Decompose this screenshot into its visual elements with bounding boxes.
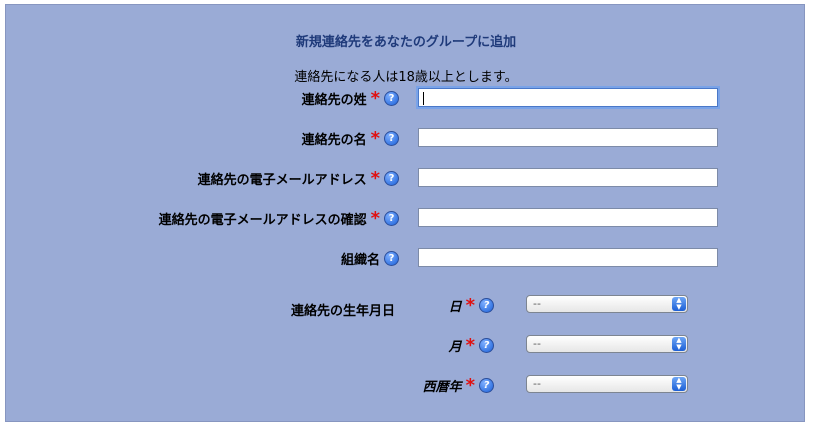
- help-icon[interactable]: ?: [479, 338, 494, 353]
- dob-year-label-group: 西暦年 * ?: [423, 376, 494, 395]
- dob-day-select[interactable]: -- ▲ ▼: [526, 295, 688, 313]
- dob-month-row: 月 * ? -- ▲ ▼: [6, 335, 806, 355]
- email-confirm-label-group: 連絡先の電子メールアドレスの確認 * ?: [159, 209, 399, 228]
- last-name-row: 連絡先の姓 * ?: [6, 88, 806, 108]
- form-title: 新規連絡先をあなたのグループに追加: [295, 35, 517, 50]
- first-name-label-group: 連絡先の名 * ?: [302, 129, 399, 148]
- email-confirm-label: 連絡先の電子メールアドレスの確認: [158, 213, 367, 228]
- email-input[interactable]: [418, 168, 718, 187]
- select-arrows-icon: ▲ ▼: [672, 297, 686, 311]
- dob-year-row: 西暦年 * ? -- ▲ ▼: [6, 375, 806, 395]
- last-name-label-group: 連絡先の姓 * ?: [302, 89, 399, 108]
- text-caret: [423, 92, 424, 105]
- organization-label-group: 組織名 ?: [341, 249, 399, 268]
- dob-month-value: --: [533, 337, 541, 350]
- email-row: 連絡先の電子メールアドレス * ?: [6, 168, 806, 188]
- required-mark: *: [465, 295, 475, 316]
- help-icon[interactable]: ?: [384, 251, 399, 266]
- email-confirm-row: 連絡先の電子メールアドレスの確認 * ?: [6, 208, 806, 228]
- organization-input[interactable]: [418, 248, 718, 267]
- required-mark: *: [465, 335, 475, 356]
- help-icon[interactable]: ?: [384, 131, 399, 146]
- last-name-label: 連絡先の姓: [301, 93, 367, 108]
- first-name-label: 連絡先の名: [301, 133, 367, 148]
- dob-day-label-group: 日 * ?: [449, 296, 494, 315]
- email-confirm-input[interactable]: [418, 208, 718, 227]
- email-label-group: 連絡先の電子メールアドレス * ?: [198, 169, 399, 188]
- help-icon[interactable]: ?: [479, 378, 494, 393]
- help-icon[interactable]: ?: [384, 91, 399, 106]
- select-arrows-icon: ▲ ▼: [672, 337, 686, 351]
- help-icon[interactable]: ?: [384, 171, 399, 186]
- required-mark: *: [370, 88, 380, 109]
- required-mark: *: [370, 168, 380, 189]
- organization-row: 組織名 ?: [6, 248, 806, 268]
- dob-month-label-group: 月 * ?: [449, 336, 494, 355]
- help-icon[interactable]: ?: [479, 298, 494, 313]
- select-arrows-icon: ▲ ▼: [672, 377, 686, 391]
- first-name-input[interactable]: [418, 128, 718, 147]
- dob-month-select[interactable]: -- ▲ ▼: [526, 335, 688, 353]
- required-mark: *: [370, 208, 380, 229]
- dob-day-label: 日: [448, 300, 462, 315]
- add-contact-panel: 新規連絡先をあなたのグループに追加 連絡先になる人は18歳以上とします。 連絡先…: [5, 4, 805, 422]
- dob-year-label: 西暦年: [422, 380, 462, 395]
- dob-day-row: 日 * ? -- ▲ ▼: [6, 295, 806, 315]
- help-icon[interactable]: ?: [384, 211, 399, 226]
- dob-year-value: --: [533, 377, 541, 390]
- first-name-row: 連絡先の名 * ?: [6, 128, 806, 148]
- required-mark: *: [370, 128, 380, 149]
- email-label: 連絡先の電子メールアドレス: [197, 173, 367, 188]
- required-mark: *: [465, 375, 475, 396]
- dob-day-value: --: [533, 297, 541, 310]
- age-notice: 連絡先になる人は18歳以上とします。: [294, 70, 518, 85]
- dob-year-select[interactable]: -- ▲ ▼: [526, 375, 688, 393]
- dob-month-label: 月: [448, 340, 462, 355]
- last-name-input[interactable]: [418, 88, 718, 107]
- organization-label: 組織名: [340, 253, 380, 268]
